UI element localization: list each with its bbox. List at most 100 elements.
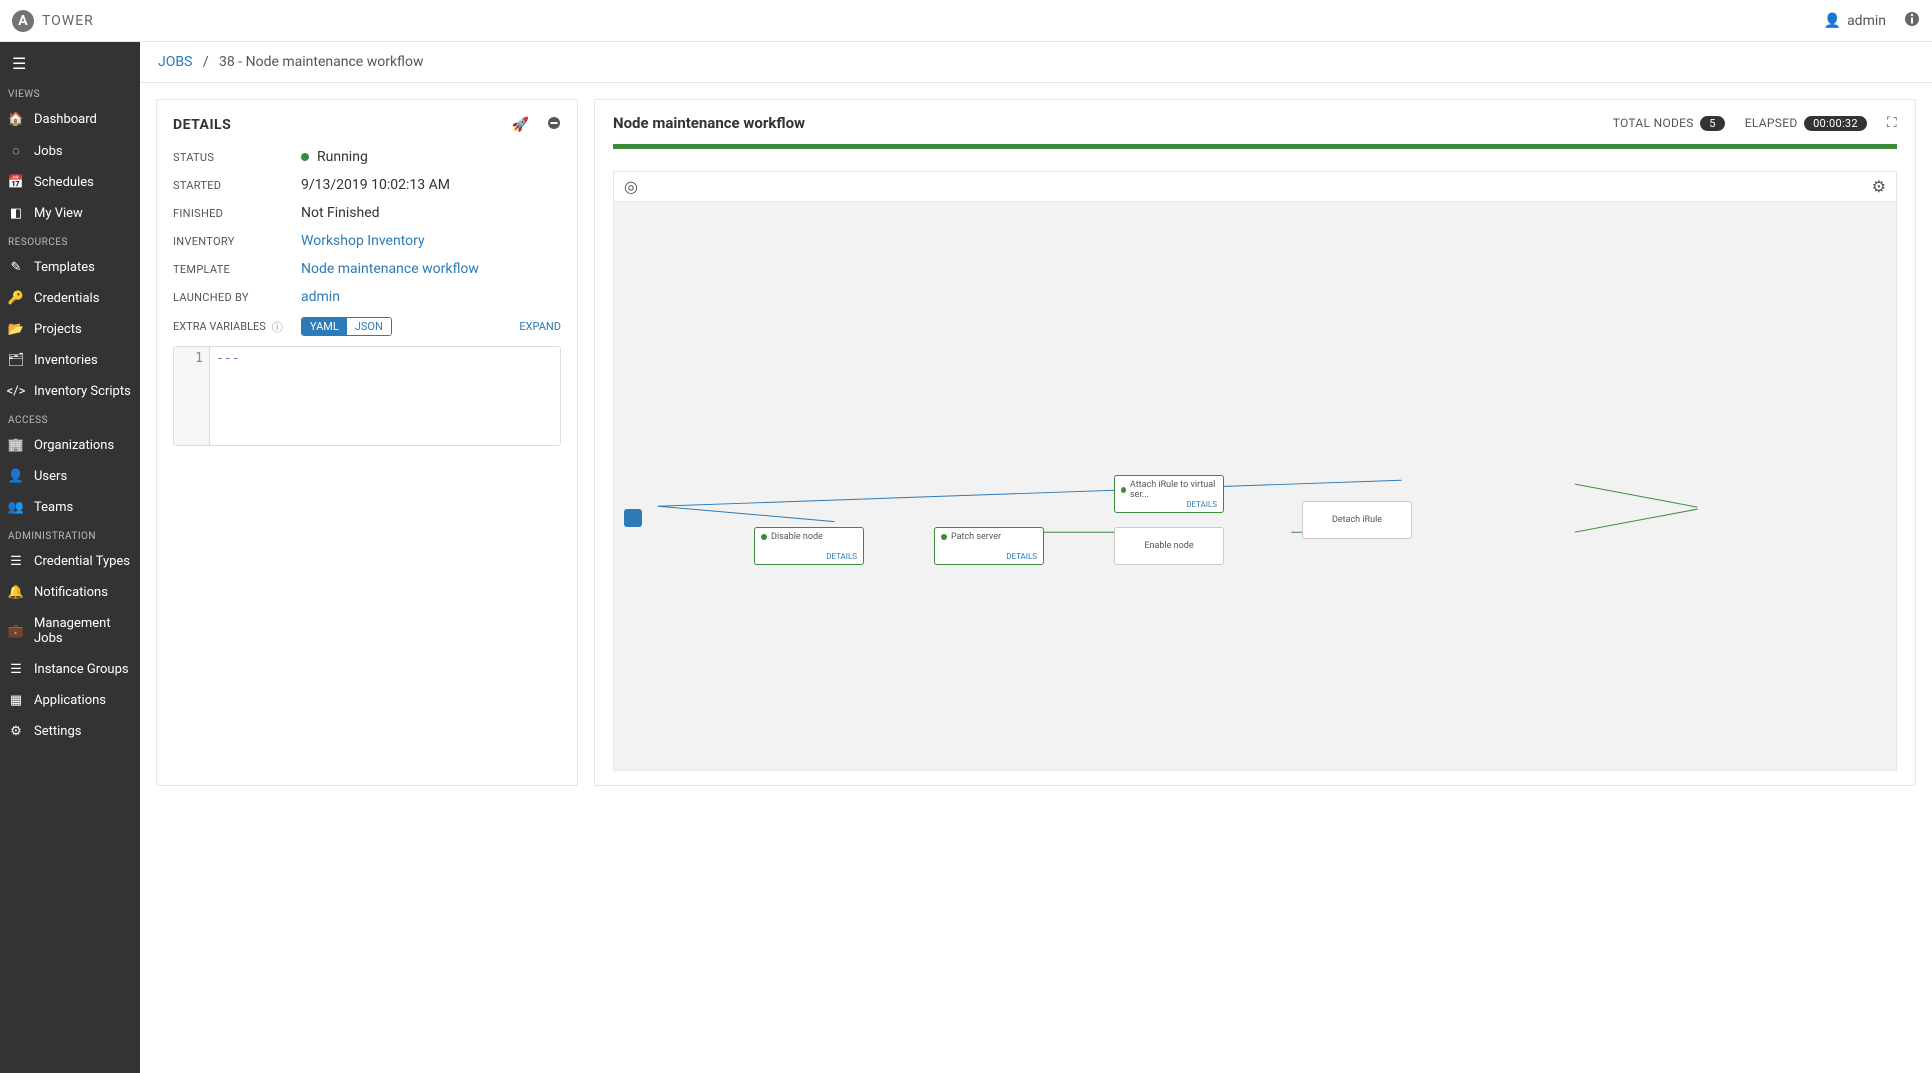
total-nodes-stat: TOTAL NODES 5 — [1613, 116, 1725, 130]
sidebar-item-organizations[interactable]: 🏢 Organizations — [0, 430, 140, 461]
node-details-link[interactable]: DETAILS — [826, 552, 857, 561]
node-details-link[interactable]: DETAILS — [1006, 552, 1037, 561]
sidebar-item-inventory-scripts[interactable]: </> Inventory Scripts — [0, 376, 140, 407]
sidebar-item-users[interactable]: 👤 Users — [0, 461, 140, 492]
rocket-icon: 🚀 — [512, 116, 529, 132]
sidebar-item-templates[interactable]: ✎ Templates — [0, 252, 140, 283]
label-status: STATUS — [173, 151, 301, 164]
main-area: JOBS / 38 - Node maintenance workflow DE… — [140, 42, 1932, 1073]
code-icon: </> — [8, 384, 24, 399]
label-launched-by: LAUNCHED BY — [173, 291, 301, 304]
value-template-link[interactable]: Node maintenance workflow — [301, 261, 561, 277]
gear-icon: ⚙ — [8, 724, 24, 739]
sidebar-item-label: Inventories — [34, 353, 98, 368]
expand-button[interactable]: EXPAND — [519, 320, 561, 333]
inventories-icon: 🗂 — [8, 353, 24, 368]
sidebar-item-settings[interactable]: ⚙Settings — [0, 716, 140, 747]
relaunch-button[interactable]: 🚀 — [512, 116, 529, 133]
sidebar-item-schedules[interactable]: 📅Schedules — [0, 167, 140, 198]
workflow-node-attach[interactable]: Attach iRule to virtual ser... DETAILS — [1114, 475, 1224, 513]
sidebar-item-label: Projects — [34, 322, 82, 337]
building-icon: 🏢 — [8, 438, 24, 453]
sidebar-item-label: Inventory Scripts — [34, 384, 131, 399]
sidebar-item-instance-groups[interactable]: ☰Instance Groups — [0, 654, 140, 685]
sidebar-item-teams[interactable]: 👥 Teams — [0, 492, 140, 523]
sidebar-section-resources: RESOURCES — [0, 229, 140, 252]
canvas-gear-icon[interactable]: ⚙ — [1872, 177, 1886, 196]
node-label: Disable node — [771, 532, 823, 542]
sidebar: ☰ VIEWS 🏠Dashboard ◌Jobs 📅Schedules ◧My … — [0, 42, 140, 1073]
node-status-dot-icon — [1121, 487, 1126, 493]
workflow-canvas[interactable]: ◎ ⚙ — [613, 171, 1897, 771]
key-icon: 🔑 — [8, 291, 24, 306]
label-template: TEMPLATE — [173, 263, 301, 276]
yaml-json-toggle: YAML JSON — [301, 317, 392, 336]
sidebar-item-label: Teams — [34, 500, 73, 515]
teams-icon: 👥 — [8, 500, 24, 515]
elapsed-stat: ELAPSED 00:00:32 — [1745, 116, 1867, 130]
node-details-link[interactable]: DETAILS — [1186, 500, 1217, 509]
progress-bar — [613, 144, 1897, 149]
canvas-toolbar: ◎ ⚙ — [614, 172, 1896, 202]
sidebar-item-notifications[interactable]: 🔔Notifications — [0, 577, 140, 608]
sidebar-item-label: Users — [34, 469, 67, 484]
info-icon[interactable] — [1904, 11, 1920, 31]
sidebar-item-myview[interactable]: ◧My View — [0, 198, 140, 229]
user-name: admin — [1847, 13, 1886, 29]
label-inventory: INVENTORY — [173, 235, 301, 248]
node-status-dot-icon — [941, 534, 947, 540]
workflow-start-node[interactable] — [624, 509, 642, 527]
bell-icon: 🔔 — [8, 585, 24, 600]
topbar: A TOWER 👤 admin — [0, 0, 1932, 42]
node-status-dot-icon — [761, 534, 767, 540]
sidebar-item-label: Organizations — [34, 438, 114, 453]
sidebar-item-dashboard[interactable]: 🏠Dashboard — [0, 104, 140, 135]
jobs-icon: ◌ — [8, 143, 24, 159]
brand-text: TOWER — [42, 13, 94, 29]
sidebar-item-label: Credential Types — [34, 554, 130, 569]
sidebar-item-credentials[interactable]: 🔑Credentials — [0, 283, 140, 314]
code-gutter: 1 — [174, 347, 210, 445]
compass-icon[interactable]: ◎ — [624, 177, 638, 196]
node-label: Patch server — [951, 532, 1001, 542]
templates-icon: ✎ — [8, 260, 24, 275]
workflow-node-patch[interactable]: Patch server DETAILS — [934, 527, 1044, 565]
servers-icon: ☰ — [8, 662, 24, 677]
dashboard-icon: 🏠 — [8, 112, 24, 127]
sidebar-item-applications[interactable]: ▦Applications — [0, 685, 140, 716]
breadcrumb-jobs-link[interactable]: JOBS — [158, 54, 192, 70]
label-started: STARTED — [173, 179, 301, 192]
workflow-node-disable[interactable]: Disable node DETAILS — [754, 527, 864, 565]
sidebar-item-credential-types[interactable]: ☰Credential Types — [0, 546, 140, 577]
sidebar-item-label: Templates — [34, 260, 95, 275]
help-icon[interactable]: ⓘ — [272, 319, 283, 335]
briefcase-icon: 💼 — [8, 624, 24, 639]
users-icon: 👤 — [8, 469, 24, 484]
total-nodes-label: TOTAL NODES — [1613, 116, 1694, 130]
expand-icon[interactable]: ⛶ — [1887, 115, 1897, 131]
sidebar-section-views: VIEWS — [0, 81, 140, 104]
value-inventory-link[interactable]: Workshop Inventory — [301, 233, 561, 249]
value-launched-by-link[interactable]: admin — [301, 289, 561, 305]
value-started: 9/13/2019 10:02:13 AM — [301, 177, 561, 193]
sidebar-item-inventories[interactable]: 🗂 Inventories — [0, 345, 140, 376]
breadcrumb-separator: / — [196, 54, 216, 70]
sidebar-item-management-jobs[interactable]: 💼Management Jobs — [0, 608, 140, 654]
user-menu[interactable]: 👤 admin — [1824, 13, 1886, 29]
yaml-toggle[interactable]: YAML — [302, 318, 347, 335]
json-toggle[interactable]: JSON — [347, 318, 391, 335]
myview-icon: ◧ — [8, 206, 24, 221]
sidebar-item-label: Schedules — [34, 175, 94, 190]
extra-vars-editor[interactable]: 1 --- — [173, 346, 561, 446]
sidebar-item-projects[interactable]: 📂Projects — [0, 314, 140, 345]
elapsed-badge: 00:00:32 — [1804, 116, 1867, 131]
sidebar-section-administration: ADMINISTRATION — [0, 523, 140, 546]
cancel-job-button[interactable] — [547, 116, 561, 133]
sidebar-item-label: Applications — [34, 693, 106, 708]
workflow-node-enable[interactable]: Enable node — [1114, 527, 1224, 565]
elapsed-label: ELAPSED — [1745, 116, 1798, 130]
sidebar-item-jobs[interactable]: ◌Jobs — [0, 135, 140, 167]
label-finished: FINISHED — [173, 207, 301, 220]
workflow-node-detach[interactable]: Detach iRule — [1302, 501, 1412, 539]
hamburger-icon[interactable]: ☰ — [0, 46, 140, 81]
